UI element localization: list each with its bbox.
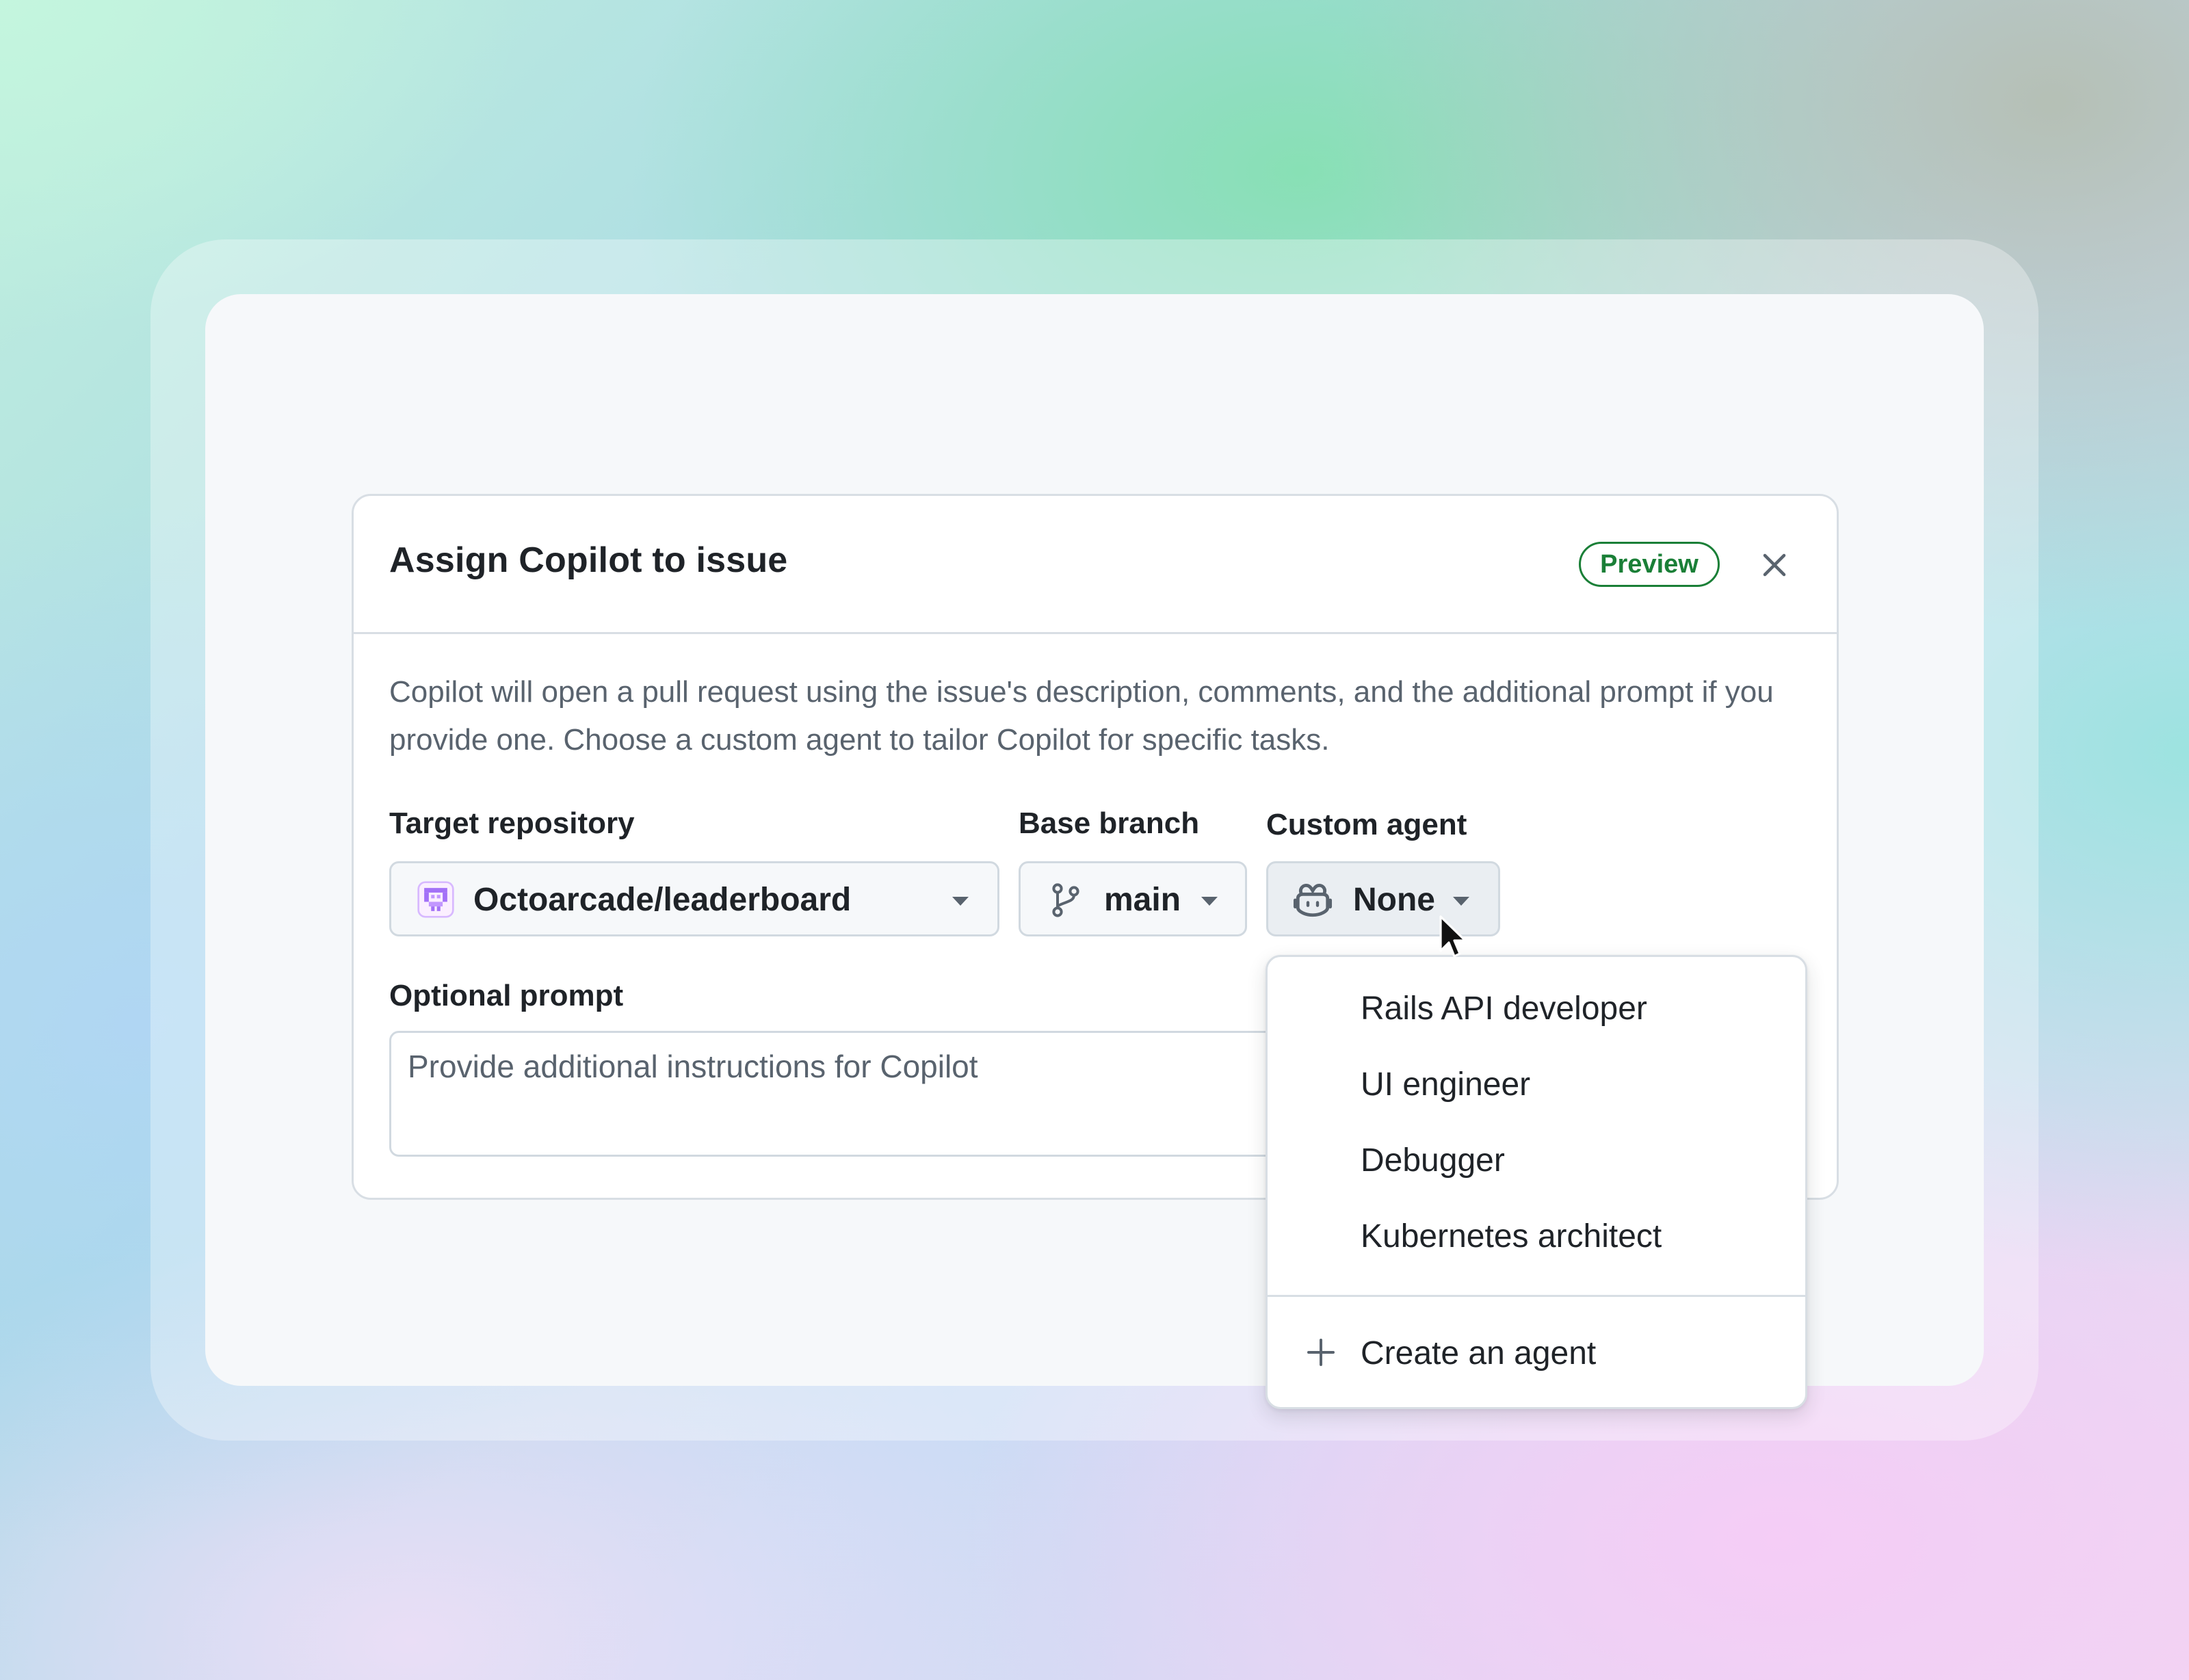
menu-item-label: Rails API developer: [1361, 990, 1647, 1027]
custom-agent-value: None: [1353, 882, 1435, 918]
dialog-description: Copilot will open a pull request using t…: [389, 675, 1774, 757]
menu-item-label: Debugger: [1361, 1142, 1505, 1179]
dialog-title: Assign Copilot to issue: [389, 540, 788, 580]
menu-item-agent[interactable]: Kubernetes architect: [1268, 1185, 1805, 1255]
chevron-down-icon: [952, 897, 969, 906]
plus-icon: [1307, 1339, 1335, 1366]
target-repository-value: Octoarcade/leaderboard: [473, 882, 852, 918]
git-branch-icon: [1052, 883, 1079, 917]
target-repository-select[interactable]: Octoarcade/leaderboard: [389, 861, 999, 936]
copilot-icon: [1293, 884, 1333, 917]
optional-prompt-textarea[interactable]: Provide additional instructions for Copi…: [389, 1031, 1313, 1157]
custom-agent-label: Custom agent: [1266, 808, 1467, 841]
base-branch-label: Base branch: [1019, 806, 1200, 840]
optional-prompt-label: Optional prompt: [389, 979, 624, 1012]
create-agent-item[interactable]: Create an agent: [1268, 1320, 1805, 1388]
dialog-header: Assign Copilot to issue Preview: [354, 496, 1837, 634]
menu-item-agent[interactable]: Rails API developer: [1268, 957, 1805, 1027]
chevron-down-icon: [1453, 897, 1469, 906]
target-repository-label: Target repository: [389, 806, 635, 840]
close-icon: [1763, 553, 1786, 577]
close-button[interactable]: [1753, 544, 1796, 586]
custom-agent-menu: Rails API developer UI engineer Debugger…: [1266, 955, 1807, 1409]
optional-prompt-placeholder: Provide additional instructions for Copi…: [408, 1049, 978, 1084]
menu-item-agent[interactable]: UI engineer: [1268, 1033, 1805, 1103]
preview-badge: Preview: [1579, 542, 1720, 587]
repo-avatar-icon: [417, 881, 454, 918]
menu-divider: [1268, 1295, 1805, 1297]
menu-item-label: UI engineer: [1361, 1066, 1531, 1103]
menu-item-label: Kubernetes architect: [1361, 1218, 1662, 1255]
menu-item-agent[interactable]: Debugger: [1268, 1109, 1805, 1179]
create-agent-label: Create an agent: [1361, 1335, 1597, 1371]
mouse-cursor-icon: [1439, 915, 1467, 958]
base-branch-select[interactable]: main: [1019, 861, 1247, 936]
chevron-down-icon: [1201, 897, 1218, 906]
base-branch-value: main: [1104, 882, 1181, 918]
